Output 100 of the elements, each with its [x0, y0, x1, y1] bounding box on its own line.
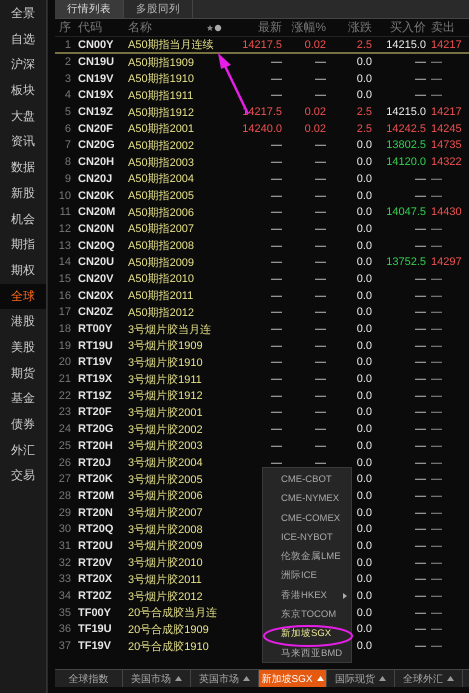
table-cell: — [315, 356, 326, 368]
table-cell: RT19X [78, 373, 112, 386]
table-cell: — [431, 490, 442, 502]
table-cell: RT20H [78, 440, 113, 452]
table-cell: RT19U [78, 340, 113, 352]
sidebar-item[interactable]: 自选 [0, 26, 46, 52]
table-cell: — [415, 590, 426, 602]
sidebar-item[interactable]: 大盘 [0, 104, 46, 130]
market-tab[interactable]: 美国市场 [123, 670, 191, 687]
column-header[interactable]: 卖出 [431, 20, 455, 34]
table-cell: 3号烟片胶2005 [128, 474, 203, 486]
table-cell: — [415, 323, 426, 336]
table-cell: — [431, 373, 442, 386]
sidebar-item[interactable]: 全景 [0, 1, 46, 27]
table-cell: — [315, 423, 326, 436]
sidebar-item[interactable]: 基金 [0, 386, 46, 412]
menu-item[interactable]: 伦敦金属LME [263, 547, 351, 566]
tab[interactable]: 多股同列 [124, 0, 193, 18]
table-cell: 0.0 [356, 440, 372, 452]
row-number: 12 [58, 222, 71, 235]
menu-item[interactable]: CME-COMEX [263, 508, 351, 528]
column-header[interactable]: 代码 [78, 20, 102, 34]
sidebar-item[interactable]: 新股 [0, 180, 46, 206]
table-cell: CN20G [78, 139, 115, 152]
table-cell: 14215.0 [386, 38, 426, 50]
menu-item[interactable]: 东京TOCOM [263, 605, 351, 624]
table-cell: 0.0 [356, 456, 372, 469]
table-cell: — [431, 240, 442, 252]
table-cell: — [431, 172, 442, 185]
table-cell: 0.0 [356, 540, 372, 552]
table-cell: — [415, 290, 426, 302]
market-tab[interactable]: 全球指数 [55, 670, 123, 687]
sidebar-item[interactable]: 资讯 [0, 129, 46, 156]
table-cell: — [431, 340, 442, 352]
sidebar-item[interactable]: 数据 [0, 155, 46, 181]
sidebar-item[interactable]: 债券 [0, 412, 46, 438]
settings-dots-icon[interactable] [207, 24, 223, 32]
column-header[interactable]: 最新 [258, 20, 282, 34]
row-number: 34 [58, 590, 71, 602]
sidebar-item[interactable]: 期货 [0, 360, 46, 386]
sidebar-item[interactable]: 外汇 [0, 438, 46, 464]
table-cell: — [315, 172, 326, 185]
table-cell: 0.0 [356, 190, 372, 202]
table-cell: 3号烟片胶1911 [128, 374, 202, 386]
tab[interactable]: 行情列表 [55, 0, 124, 18]
menu-item[interactable]: 马来西亚BMD [263, 644, 351, 663]
column-header[interactable]: 涨跌 [348, 20, 372, 34]
sidebar-item[interactable]: 期指 [0, 232, 46, 258]
sidebar-item[interactable]: 板块 [0, 78, 46, 104]
market-tab[interactable]: 国际现货 [327, 670, 395, 687]
table-cell: — [431, 222, 442, 235]
table-cell: RT20G [78, 423, 114, 436]
menu-item[interactable]: 洲际ICE [263, 566, 351, 586]
row-number: 30 [58, 523, 71, 536]
table-cell: 0.0 [356, 306, 372, 318]
sidebar-item[interactable]: 沪深 [0, 52, 46, 78]
table-cell: A50期指2007 [128, 223, 194, 236]
sidebar-item[interactable]: 期权 [0, 258, 46, 284]
table-cell: — [431, 440, 442, 452]
table-cell: 0.0 [356, 272, 372, 285]
table-cell: — [415, 573, 426, 586]
sidebar-item[interactable]: 交易 [0, 463, 46, 490]
sidebar-item[interactable]: 美股 [0, 334, 46, 361]
table-cell: — [315, 340, 326, 352]
table-cell: 3号烟片胶2010 [128, 557, 203, 570]
sidebar-item[interactable]: 全球 [0, 284, 46, 310]
table-cell: — [431, 290, 442, 302]
table-cell: — [431, 623, 442, 636]
table-cell: — [271, 356, 282, 368]
market-tab[interactable]: 全球外汇 [395, 670, 463, 687]
row-number: 19 [58, 340, 71, 352]
table-cell: — [415, 523, 426, 536]
menu-item[interactable]: 香港HKEX [263, 586, 351, 606]
table-cell: — [415, 89, 426, 102]
table-cell: — [271, 256, 282, 268]
table-cell: CN20V [78, 272, 114, 285]
column-header[interactable]: 名称 [128, 20, 152, 34]
column-header[interactable]: 序 [59, 20, 71, 34]
table-cell: 0.0 [356, 56, 372, 68]
table-cell: CN20F [78, 122, 113, 135]
table-cell: — [415, 423, 426, 436]
row-number: 27 [58, 473, 71, 486]
row-number: 6 [64, 122, 71, 135]
row-number: 5 [64, 106, 71, 118]
menu-item[interactable]: CME-CBOT [263, 470, 351, 490]
table-cell: — [431, 89, 442, 102]
table-cell: — [415, 373, 426, 386]
table-cell: — [415, 456, 426, 469]
table-cell: — [415, 606, 426, 619]
table-cell: CN20N [78, 222, 114, 235]
column-header[interactable]: 涨幅% [291, 20, 326, 34]
sidebar-item[interactable]: 机会 [0, 206, 46, 232]
table-cell: — [415, 272, 426, 285]
column-header[interactable]: 买入价 [390, 20, 426, 34]
menu-item[interactable]: ICE-NYBOT [263, 528, 351, 548]
sidebar-item[interactable]: 港股 [0, 309, 46, 335]
table-cell: 0.0 [356, 390, 372, 402]
market-tab[interactable]: 新加坡SGX [259, 670, 327, 687]
table-cell: — [271, 72, 282, 85]
menu-item[interactable]: CME-NYMEX [263, 489, 351, 509]
